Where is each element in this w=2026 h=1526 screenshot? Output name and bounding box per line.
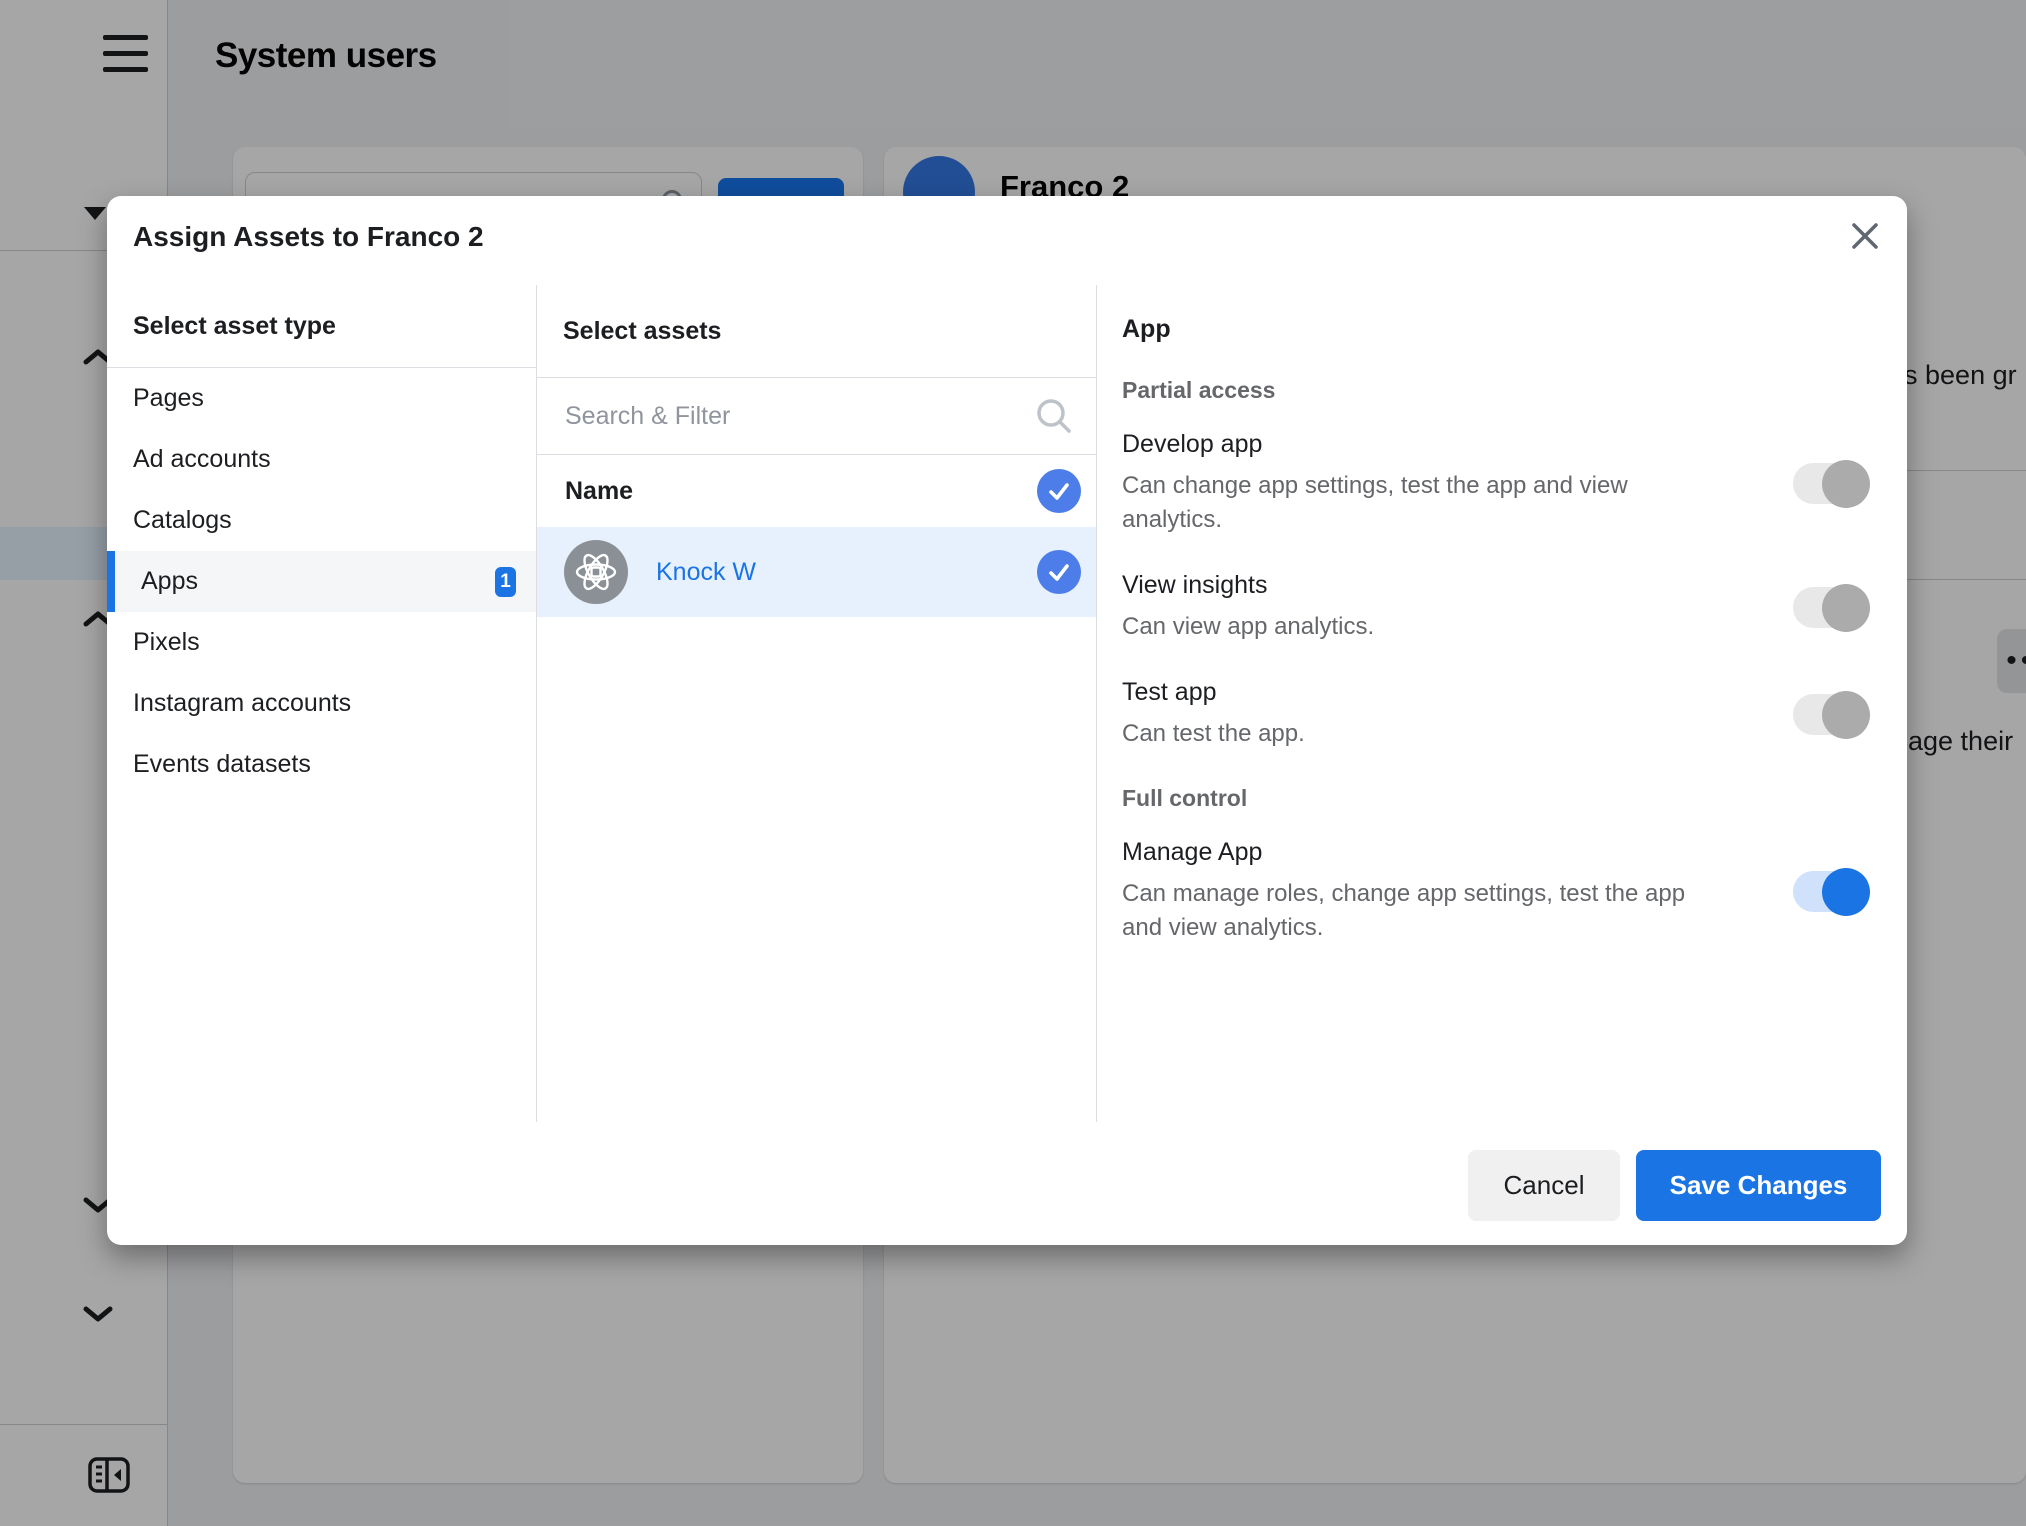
asset-checkbox[interactable] (1037, 550, 1081, 594)
permissions-panel: App Partial access Develop app Can chang… (1097, 285, 1907, 1122)
close-icon (1850, 221, 1880, 251)
assign-assets-modal: Assign Assets to Franco 2 Select asset t… (107, 196, 1907, 1245)
asset-type-pages[interactable]: Pages (107, 368, 536, 429)
modal-footer: Cancel Save Changes (1468, 1150, 1881, 1221)
save-changes-button[interactable]: Save Changes (1636, 1150, 1881, 1221)
permission-view-insights: View insights Can view app analytics. (1122, 571, 1885, 644)
search-placeholder: Search & Filter (565, 402, 1034, 431)
permissions-header: App (1122, 315, 1885, 344)
asset-type-ad-accounts[interactable]: Ad accounts (107, 429, 536, 490)
assets-header: Select assets (537, 285, 1096, 378)
asset-type-header: Select asset type (107, 285, 536, 368)
select-all-checkbox[interactable] (1037, 469, 1081, 513)
permission-name: Develop app (1122, 430, 1722, 459)
asset-row-knock-w[interactable]: Knock W (537, 527, 1096, 617)
close-button[interactable] (1839, 210, 1891, 262)
view-insights-toggle[interactable] (1793, 587, 1867, 628)
modal-title: Assign Assets to Franco 2 (133, 221, 484, 253)
permission-description: Can test the app. (1122, 717, 1722, 751)
asset-type-panel: Select asset type Pages Ad accounts Cata… (107, 285, 537, 1122)
asset-type-pixels[interactable]: Pixels (107, 612, 536, 673)
check-icon (1047, 560, 1071, 584)
develop-app-toggle[interactable] (1793, 463, 1867, 504)
screen: System users Franco 2 as been gr ••• age… (0, 0, 2026, 1526)
permission-description: Can change app settings, test the app an… (1122, 469, 1722, 537)
check-icon (1047, 479, 1071, 503)
app-atom-icon (564, 540, 628, 604)
selected-count-badge: 1 (495, 567, 516, 597)
assets-column-header-row: Name (537, 455, 1096, 527)
permission-manage-app: Manage App Can manage roles, change app … (1122, 838, 1885, 945)
asset-type-events-datasets[interactable]: Events datasets (107, 734, 536, 795)
asset-type-instagram-accounts[interactable]: Instagram accounts (107, 673, 536, 734)
test-app-toggle[interactable] (1793, 694, 1867, 735)
name-column-header: Name (565, 477, 1037, 506)
permission-develop-app: Develop app Can change app settings, tes… (1122, 430, 1885, 537)
permission-name: Manage App (1122, 838, 1722, 867)
permission-test-app: Test app Can test the app. (1122, 678, 1885, 751)
asset-type-apps[interactable]: Apps 1 (107, 551, 536, 612)
permission-description: Can view app analytics. (1122, 610, 1722, 644)
assets-panel: Select assets Search & Filter Name (537, 285, 1097, 1122)
asset-name: Knock W (656, 558, 1037, 587)
cancel-button[interactable]: Cancel (1468, 1150, 1620, 1221)
asset-type-catalogs[interactable]: Catalogs (107, 490, 536, 551)
section-full-control: Full control (1122, 785, 1885, 812)
permission-name: View insights (1122, 571, 1722, 600)
search-icon (1034, 396, 1074, 436)
permission-description: Can manage roles, change app settings, t… (1122, 877, 1722, 945)
permission-name: Test app (1122, 678, 1722, 707)
manage-app-toggle[interactable] (1793, 871, 1867, 912)
section-partial-access: Partial access (1122, 377, 1885, 404)
modal-columns: Select asset type Pages Ad accounts Cata… (107, 285, 1907, 1122)
asset-search-input[interactable]: Search & Filter (537, 378, 1096, 455)
